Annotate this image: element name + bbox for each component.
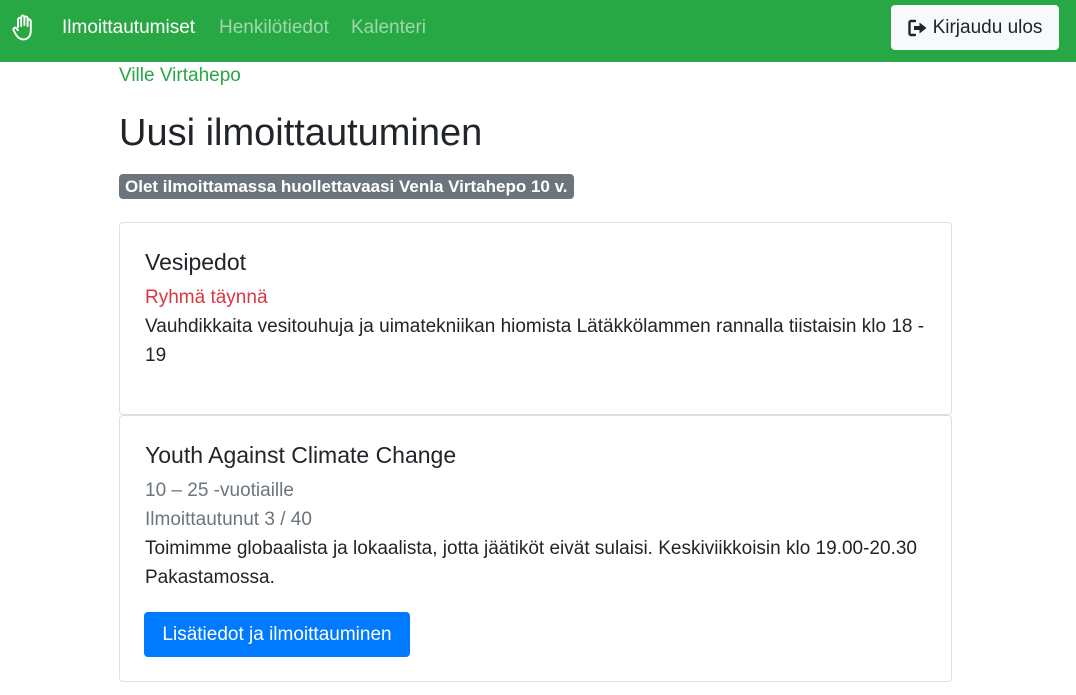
sign-out-icon <box>907 19 927 36</box>
top-navbar: Ilmoittautumiset Henkilötiedot Kalenteri… <box>0 0 1076 62</box>
notice-badge: Olet ilmoittamassa huollettavaasi Venla … <box>119 174 574 199</box>
nav-link-ilmoittautumiset[interactable]: Ilmoittautumiset <box>62 17 195 39</box>
group-registration-count: Ilmoittautunut 3 / 40 <box>145 509 312 530</box>
logout-label: Kirjaudu ulos <box>932 16 1043 38</box>
group-age-range: 10 – 25 -vuotiaille <box>145 480 294 501</box>
group-card-youth-against-climate-change: Youth Against Climate Change 10 – 25 -vu… <box>119 415 952 682</box>
group-full-status: Ryhmä täynnä <box>145 287 268 308</box>
group-title: Youth Against Climate Change <box>145 442 457 468</box>
page-title: Uusi ilmoittautuminen <box>119 112 483 154</box>
hand-icon[interactable] <box>11 14 37 42</box>
group-card-vesipedot: Vesipedot Ryhmä täynnä Vauhdikkaita vesi… <box>119 222 952 415</box>
user-name-link[interactable]: Ville Virtahepo <box>119 65 241 87</box>
nav-link-henkilotiedot[interactable]: Henkilötiedot <box>219 17 329 39</box>
group-description: Toimimme globaalista ja lokaalista, jott… <box>145 538 917 588</box>
details-and-register-button[interactable]: Lisätiedot ja ilmoittauminen <box>144 612 410 657</box>
group-title: Vesipedot <box>145 249 247 275</box>
nav-link-kalenteri[interactable]: Kalenteri <box>351 17 426 39</box>
group-description: Vauhdikkaita vesitouhuja ja uimatekniika… <box>145 316 925 366</box>
logout-button[interactable]: Kirjaudu ulos <box>891 5 1059 50</box>
